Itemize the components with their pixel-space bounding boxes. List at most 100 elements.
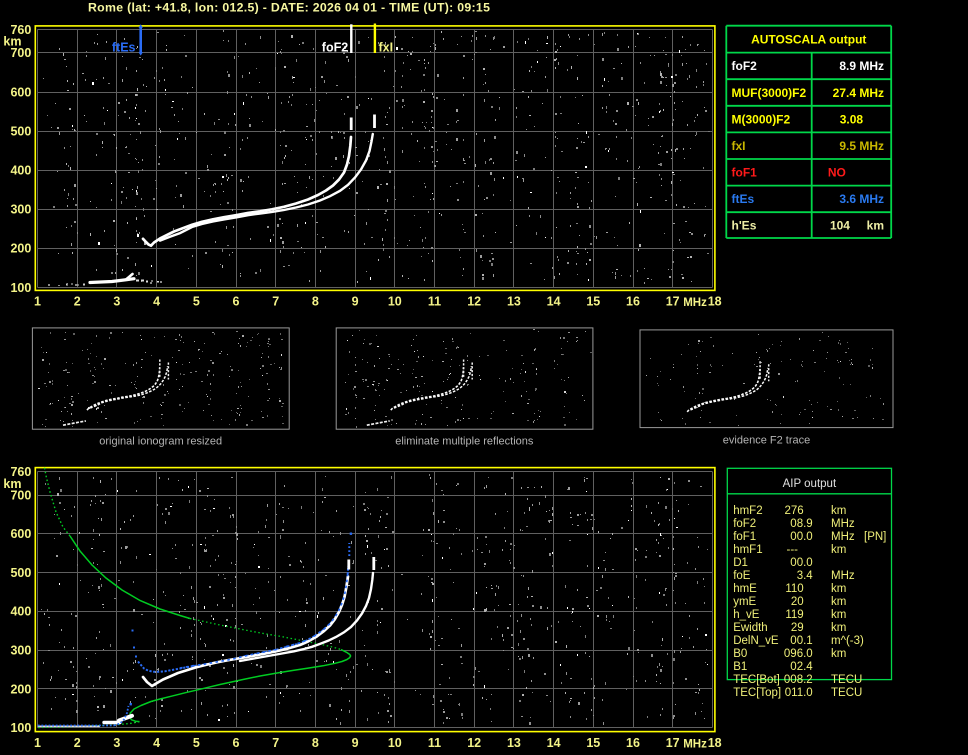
svg-text:10: 10 <box>388 736 402 750</box>
svg-text:foF1: foF1 <box>732 166 758 180</box>
svg-text:km: km <box>3 477 21 491</box>
svg-text:100: 100 <box>10 281 31 295</box>
svg-text:foF2: foF2 <box>733 518 756 530</box>
svg-text:500: 500 <box>10 124 31 138</box>
svg-text:4: 4 <box>153 295 160 309</box>
svg-text:ftEs: ftEs <box>732 192 755 206</box>
svg-text:8: 8 <box>312 295 319 309</box>
svg-text:3.08: 3.08 <box>840 112 864 126</box>
svg-text:[PN]: [PN] <box>864 531 886 543</box>
svg-text:3: 3 <box>113 736 120 750</box>
svg-text:12: 12 <box>467 295 481 309</box>
svg-text:TEC[Top]: TEC[Top] <box>733 687 781 699</box>
svg-text:13: 13 <box>507 295 521 309</box>
svg-text:7: 7 <box>272 295 279 309</box>
svg-text:9: 9 <box>352 736 359 750</box>
svg-text:foF1: foF1 <box>733 531 756 543</box>
svg-text:eliminate multiple reflections: eliminate multiple reflections <box>395 436 534 448</box>
svg-text:km: km <box>831 505 846 517</box>
svg-text:300: 300 <box>10 203 31 217</box>
svg-text:m^(-3): m^(-3) <box>831 635 864 647</box>
svg-text:15: 15 <box>586 295 600 309</box>
svg-text:200: 200 <box>10 242 31 256</box>
svg-text:NO: NO <box>828 166 846 180</box>
svg-text:11: 11 <box>428 295 441 309</box>
svg-text:200: 200 <box>10 682 31 696</box>
svg-text:10: 10 <box>388 295 402 309</box>
svg-text:16: 16 <box>626 736 640 750</box>
svg-text:008.2: 008.2 <box>784 674 813 686</box>
svg-text:Ewidth: Ewidth <box>733 622 768 634</box>
svg-text:18: 18 <box>708 295 722 309</box>
svg-text:D1: D1 <box>733 557 748 569</box>
svg-text:17: 17 <box>666 736 680 750</box>
svg-text:hmE: hmE <box>733 583 757 595</box>
svg-text:27.4 MHz: 27.4 MHz <box>833 86 884 100</box>
svg-text:5: 5 <box>193 736 200 750</box>
svg-text:2: 2 <box>74 736 81 750</box>
svg-text:17: 17 <box>666 295 680 309</box>
svg-text:MUF(3000)F2: MUF(3000)F2 <box>732 86 807 100</box>
svg-text:TECU: TECU <box>831 687 862 699</box>
svg-text:4: 4 <box>153 736 160 750</box>
svg-text:104 km: 104 km <box>830 218 884 232</box>
svg-text:km: km <box>831 596 846 608</box>
svg-text:00.0: 00.0 <box>790 531 812 543</box>
svg-text:Rome (lat: +41.8, lon: 012.5): Rome (lat: +41.8, lon: 012.5) - DATE: 20… <box>88 1 490 15</box>
svg-text:500: 500 <box>10 566 31 580</box>
svg-text:2: 2 <box>74 295 81 309</box>
svg-text:B1: B1 <box>733 661 747 673</box>
svg-text:100: 100 <box>10 721 31 735</box>
svg-text:08.9: 08.9 <box>790 518 812 530</box>
svg-text:3: 3 <box>113 295 120 309</box>
svg-text:M(3000)F2: M(3000)F2 <box>732 112 791 126</box>
svg-text:5: 5 <box>193 295 200 309</box>
svg-text:1: 1 <box>34 736 41 750</box>
svg-text:km: km <box>831 648 846 660</box>
svg-text:6: 6 <box>233 736 240 750</box>
svg-text:evidence F2 trace: evidence F2 trace <box>723 435 810 447</box>
svg-text:600: 600 <box>10 85 31 99</box>
svg-text:h_vE: h_vE <box>733 609 760 621</box>
svg-text:TECU: TECU <box>831 674 862 686</box>
svg-text:fxI: fxI <box>379 40 394 54</box>
svg-text:km: km <box>831 609 846 621</box>
svg-text:096.0: 096.0 <box>784 648 813 660</box>
svg-text:18: 18 <box>708 736 722 750</box>
svg-text:276: 276 <box>785 505 804 517</box>
svg-text:8.9 MHz: 8.9 MHz <box>839 59 884 73</box>
svg-text:ymE: ymE <box>733 596 756 608</box>
svg-text:ftEs: ftEs <box>112 40 136 54</box>
svg-text:km: km <box>831 622 846 634</box>
svg-text:400: 400 <box>10 164 31 178</box>
svg-text:1: 1 <box>34 295 41 309</box>
svg-text:---: --- <box>787 544 799 556</box>
svg-text:119: 119 <box>785 609 803 621</box>
svg-text:8: 8 <box>312 736 319 750</box>
svg-text:MHz: MHz <box>683 297 707 309</box>
svg-text:12: 12 <box>467 736 481 750</box>
svg-text:400: 400 <box>10 605 31 619</box>
svg-text:600: 600 <box>10 527 31 541</box>
svg-text:6: 6 <box>233 295 240 309</box>
svg-text:AIP output: AIP output <box>783 478 837 490</box>
svg-text:foF2: foF2 <box>732 59 758 73</box>
svg-text:foE: foE <box>733 570 751 582</box>
svg-text:20: 20 <box>791 596 804 608</box>
svg-text:h'Es: h'Es <box>732 218 757 232</box>
svg-text:00.1: 00.1 <box>790 635 812 647</box>
svg-text:3.4: 3.4 <box>797 570 814 582</box>
svg-text:AUTOSCALA output: AUTOSCALA output <box>751 33 866 47</box>
svg-text:fxI: fxI <box>732 139 746 153</box>
svg-text:02.4: 02.4 <box>790 661 813 673</box>
svg-text:foF2: foF2 <box>322 40 348 54</box>
svg-text:hmF2: hmF2 <box>733 505 762 517</box>
svg-text:hmF1: hmF1 <box>733 544 762 556</box>
svg-text:TEC[Bot]: TEC[Bot] <box>733 674 780 686</box>
svg-text:DelN_vE: DelN_vE <box>733 635 779 647</box>
svg-text:MHz: MHz <box>831 518 855 530</box>
svg-text:MHz: MHz <box>683 739 707 751</box>
svg-text:km: km <box>831 544 846 556</box>
svg-text:9.5 MHz: 9.5 MHz <box>839 139 884 153</box>
svg-text:km: km <box>3 35 21 49</box>
